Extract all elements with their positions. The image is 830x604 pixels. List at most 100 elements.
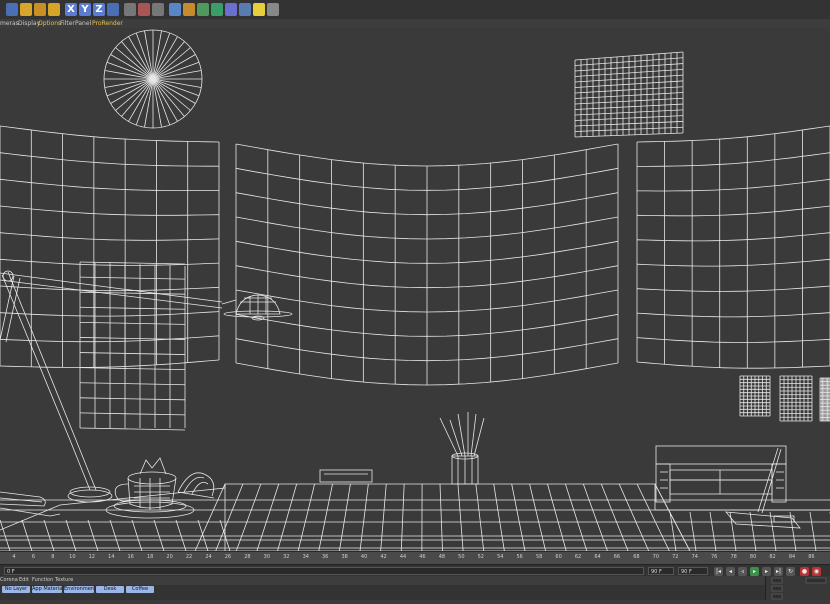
reflector-panel-top — [575, 52, 683, 137]
top-toolbar: X Y Z — [0, 0, 830, 20]
record-key-icon[interactable]: ● — [800, 567, 809, 576]
timeline-tick-label: 64 — [594, 554, 600, 560]
menu-prorender[interactable]: ProRender — [92, 19, 123, 28]
menu-panel[interactable]: Panel — [75, 19, 91, 28]
timeline-tick-label: 22 — [186, 554, 192, 560]
curved-backdrop-right — [637, 126, 830, 368]
menu-edit[interactable]: Edit — [19, 576, 29, 585]
timeline-tick-label: 12 — [89, 554, 95, 560]
subdivision-icon[interactable] — [197, 3, 209, 16]
next-key-icon[interactable]: ▸ — [762, 567, 771, 576]
material-manager-menu: Corona Edit Function Texture — [0, 576, 830, 585]
curved-backdrop-left — [0, 126, 219, 368]
timeline-tick-label: 40 — [361, 554, 367, 560]
transform-tool-icon[interactable] — [48, 3, 60, 16]
prev-key-icon[interactable]: ◂ — [726, 567, 735, 576]
floor-icon[interactable] — [239, 3, 251, 16]
timeline-tick-label: 34 — [303, 554, 309, 560]
timeline-tick-label: 48 — [439, 554, 445, 560]
menu-cameras[interactable]: meras — [0, 19, 19, 28]
render-settings-icon[interactable] — [152, 3, 164, 16]
timeline-tick-label: 26 — [225, 554, 231, 560]
pencil-cup — [440, 412, 484, 484]
timeline-tick-label: 16 — [128, 554, 134, 560]
timeline-tick-label: 4 — [12, 554, 15, 560]
timeline-tick-label: 20 — [166, 554, 172, 560]
menu-options[interactable]: Options — [38, 19, 61, 28]
goto-start-icon[interactable]: |◂ — [714, 567, 723, 576]
light-icon[interactable] — [267, 3, 279, 16]
end-frame-field-left[interactable]: 90 F — [648, 567, 674, 575]
timeline-tick-label: 86 — [808, 554, 814, 560]
layer-tab-no-layer[interactable]: No Layer — [2, 586, 30, 593]
pen-and-notepad — [726, 448, 800, 528]
timeline-tick-label: 52 — [478, 554, 484, 560]
timeline-tick-label: 8 — [51, 554, 54, 560]
autokey-icon[interactable]: ◉ — [812, 567, 821, 576]
timeline-tick-label: 50 — [458, 554, 464, 560]
timeline-tick-label: 56 — [517, 554, 523, 560]
loop-icon[interactable]: ↻ — [786, 567, 795, 576]
render-picture-viewer-icon[interactable] — [138, 3, 150, 16]
timeline-tick-label: 38 — [341, 554, 347, 560]
x-axis-button[interactable]: X — [65, 3, 77, 16]
array-generator-icon[interactable] — [211, 3, 223, 16]
pen-spline-icon[interactable] — [183, 3, 195, 16]
sofa-model — [656, 446, 786, 502]
render-view-icon[interactable] — [124, 3, 136, 16]
desk-lamp — [0, 271, 292, 502]
timeline-tick-label: 74 — [692, 554, 698, 560]
timeline-tick-label: 30 — [264, 554, 270, 560]
timeline-tick-label: 18 — [147, 554, 153, 560]
coordinate-system-icon[interactable] — [107, 3, 119, 16]
camera-icon[interactable] — [253, 3, 265, 16]
reflector-panels-right — [740, 376, 830, 421]
timeline-tick-label: 24 — [205, 554, 211, 560]
timeline-tick-label: 78 — [730, 554, 736, 560]
timeline-tick-label: 80 — [750, 554, 756, 560]
timeline-tick-label: 72 — [672, 554, 678, 560]
stapler-object — [0, 492, 60, 516]
desk-tray — [320, 470, 372, 482]
menu-display[interactable]: Display — [18, 19, 40, 28]
scale-tool-icon[interactable] — [20, 3, 32, 16]
perspective-viewport[interactable] — [0, 28, 830, 551]
start-frame-field[interactable]: 0 F — [4, 567, 644, 575]
end-frame-field[interactable]: 90 F — [678, 567, 708, 575]
goto-end-icon[interactable]: ▸| — [774, 567, 783, 576]
timeline-tick-label: 62 — [575, 554, 581, 560]
timeline-tick-label: 58 — [536, 554, 542, 560]
layer-tabs-bar: No Layer App Materials Environment Desk … — [0, 585, 765, 600]
timeline-tick-label: 10 — [69, 554, 75, 560]
play-icon[interactable]: ▸ — [750, 567, 759, 576]
timeline-tick-label: 82 — [769, 554, 775, 560]
timeline-tick-label: 28 — [244, 554, 250, 560]
layer-tab-desk[interactable]: Desk — [96, 586, 124, 593]
timeline-tick-label: 54 — [497, 554, 503, 560]
timeline-ruler[interactable]: 4681012141618202224262830323436384042444… — [0, 551, 830, 565]
attributes-panel[interactable] — [765, 576, 830, 600]
play-back-icon[interactable]: ◃ — [738, 567, 747, 576]
curved-backdrop-center — [236, 144, 618, 385]
deformer-icon[interactable] — [225, 3, 237, 16]
timeline-tick-label: 42 — [380, 554, 386, 560]
menu-texture[interactable]: Texture — [55, 576, 73, 585]
coffee-cup — [106, 458, 194, 518]
menu-function[interactable]: Function — [32, 576, 53, 585]
z-axis-button[interactable]: Z — [93, 3, 105, 16]
cube-primitive-icon[interactable] — [169, 3, 181, 16]
layer-tab-coffee[interactable]: Coffee — [126, 586, 154, 593]
layer-tab-app-materials[interactable]: App Materials — [32, 586, 62, 593]
menu-corona[interactable]: Corona — [0, 576, 18, 585]
timeline-tick-label: 36 — [322, 554, 328, 560]
attributes-fields — [766, 576, 830, 600]
timeline-tick-label: 14 — [108, 554, 114, 560]
move-tool-icon[interactable] — [6, 3, 18, 16]
timeline-tick-label: 66 — [614, 554, 620, 560]
menu-filter[interactable]: Filter — [60, 19, 75, 28]
rotate-tool-icon[interactable] — [34, 3, 46, 16]
layer-tab-environment[interactable]: Environment — [64, 586, 94, 593]
y-axis-button[interactable]: Y — [79, 3, 91, 16]
timeline-tick-label: 68 — [633, 554, 639, 560]
timeline-tick-label: 6 — [32, 554, 35, 560]
